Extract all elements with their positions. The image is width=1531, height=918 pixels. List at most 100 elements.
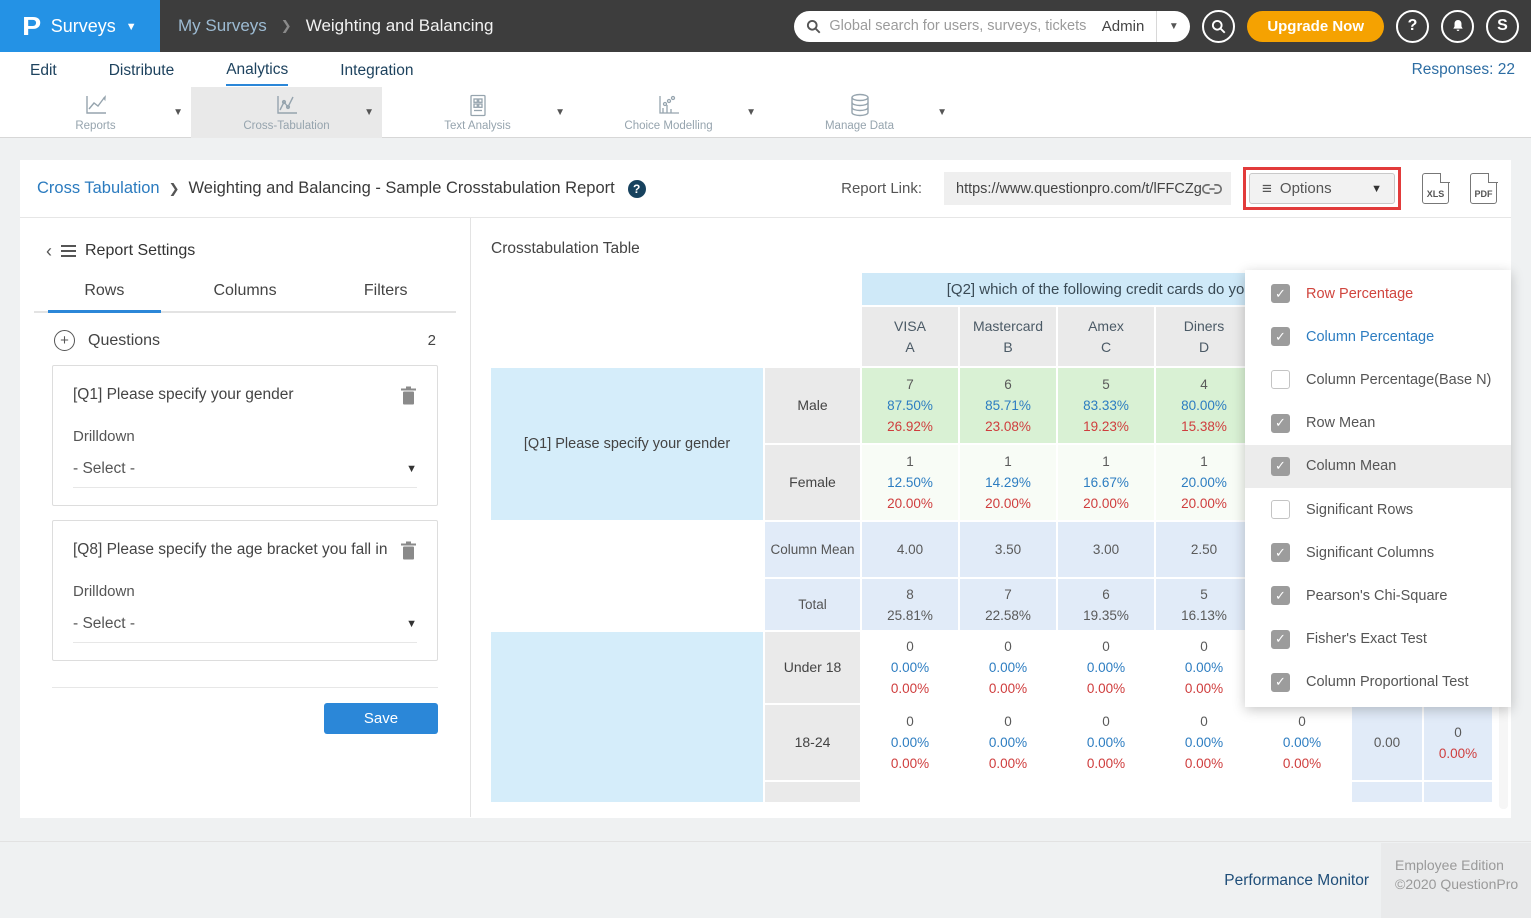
toolbar-choice-modelling[interactable]: Choice Modelling ▼ <box>573 87 764 138</box>
export-pdf-button[interactable]: PDF <box>1470 173 1497 204</box>
menu-item-column-percentage[interactable]: ✓ Column Percentage <box>1245 315 1511 358</box>
mean-cell: 3.50 <box>960 522 1056 577</box>
data-cell: 480.00%15.38% <box>1156 368 1252 443</box>
upgrade-now-button[interactable]: Upgrade Now <box>1247 11 1384 42</box>
breadcrumb-survey-name: Weighting and Balancing <box>306 16 494 36</box>
nav-analytics[interactable]: Analytics <box>226 54 288 86</box>
report-help-icon[interactable]: ? <box>628 180 646 198</box>
menu-item-column-proportional-test[interactable]: ✓ Column Proportional Test <box>1245 661 1511 704</box>
row-total-cell: 00.00% <box>1424 705 1492 780</box>
notifications-bell-icon[interactable] <box>1441 10 1474 43</box>
breadcrumb-my-surveys[interactable]: My Surveys <box>178 16 267 36</box>
data-cell: 787.50%26.92% <box>862 368 958 443</box>
checkbox[interactable]: ✓ <box>1271 630 1290 649</box>
database-icon <box>849 93 871 117</box>
collapse-panel-icon[interactable]: ‹ <box>46 242 52 260</box>
tab-rows[interactable]: Rows <box>34 282 175 311</box>
menu-item-column-mean[interactable]: ✓ Column Mean <box>1245 445 1511 488</box>
search-input[interactable] <box>829 18 1089 34</box>
toolbar-cross-tabulation[interactable]: Cross-Tabulation ▼ <box>191 87 382 138</box>
responses-count: Responses: 22 <box>1412 61 1515 79</box>
menu-item-row-percentage[interactable]: ✓ Row Percentage <box>1245 272 1511 315</box>
data-cell: 00.00%0.00% <box>862 632 958 703</box>
toolbar-text-analysis[interactable]: Text Analysis ▼ <box>382 87 573 138</box>
question-card-q1: [Q1] Please specify your gender Drilldow… <box>52 365 438 506</box>
checkbox[interactable]: ✓ <box>1271 586 1290 605</box>
help-button[interactable]: ? <box>1396 10 1429 43</box>
add-question-button[interactable]: + <box>54 330 75 351</box>
toolbar-reports[interactable]: Reports ▼ <box>0 87 191 138</box>
checkbox[interactable]: ✓ <box>1271 673 1290 692</box>
nav-edit[interactable]: Edit <box>30 55 57 85</box>
data-cell: 00.00%0.00% <box>1156 705 1252 780</box>
delete-question-icon[interactable] <box>400 386 417 405</box>
chevron-down-icon[interactable]: ▼ <box>173 107 183 118</box>
checkbox[interactable]: ✓ <box>1271 327 1290 346</box>
checkbox[interactable]: ✓ <box>1271 284 1290 303</box>
checkbox[interactable]: ✓ <box>1271 414 1290 433</box>
drilldown-select-q8[interactable]: - Select - ▼ <box>73 615 417 643</box>
chevron-down-icon[interactable]: ▼ <box>937 107 947 118</box>
data-cell: 685.71%23.08% <box>960 368 1056 443</box>
menu-item-significant-columns[interactable]: ✓ Significant Columns <box>1245 531 1511 574</box>
edition-label: Employee Edition <box>1395 856 1531 875</box>
line-chart-icon <box>84 93 108 117</box>
menu-item-significant-rows[interactable]: ✓ Significant Rows <box>1245 488 1511 531</box>
tab-columns[interactable]: Columns <box>175 282 316 311</box>
checkbox[interactable]: ✓ <box>1271 500 1290 519</box>
chevron-right-icon: ❯ <box>169 181 180 197</box>
q1-row-group-label: [Q1] Please specify your gender <box>491 368 763 520</box>
questions-label: Questions <box>88 332 160 350</box>
question-text: [Q8] Please specify the age bracket you … <box>73 541 387 559</box>
report-settings-header[interactable]: ‹ Report Settings <box>20 242 470 260</box>
menu-item-pearsons-chi-square[interactable]: ✓ Pearson's Chi-Square <box>1245 574 1511 617</box>
chevron-down-icon: ▼ <box>1371 183 1382 195</box>
chevron-down-icon[interactable]: ▼ <box>555 107 565 118</box>
scatter-chart-icon <box>657 93 681 117</box>
options-dropdown-menu: ✓ Row Percentage ✓ Column Percentage ✓ C… <box>1245 270 1511 707</box>
checkbox[interactable]: ✓ <box>1271 370 1290 389</box>
report-link-label: Report Link: <box>841 180 922 197</box>
search-submit-button[interactable] <box>1202 10 1235 43</box>
data-cell: 00.00%0.00% <box>1156 632 1252 703</box>
settings-tabs: Rows Columns Filters <box>34 282 456 313</box>
tab-filters[interactable]: Filters <box>315 282 456 311</box>
nav-distribute[interactable]: Distribute <box>109 55 174 85</box>
crosstab-title: Crosstabulation Table <box>491 240 1511 258</box>
menu-item-fishers-exact-test[interactable]: ✓ Fisher's Exact Test <box>1245 618 1511 661</box>
data-cell: 114.29%20.00% <box>960 445 1056 520</box>
link-chain-icon[interactable] <box>1201 181 1223 197</box>
data-cell: 00.00%0.00% <box>960 632 1056 703</box>
nav-integration[interactable]: Integration <box>340 55 413 85</box>
search-scope-dropdown[interactable]: ▼ <box>1156 11 1190 42</box>
report-url[interactable]: https://www.questionpro.com/t/lFFCZg <box>956 181 1201 197</box>
export-xls-button[interactable]: XLS <box>1422 173 1449 204</box>
menu-item-column-percentage-base-n[interactable]: ✓ Column Percentage(Base N) <box>1245 358 1511 401</box>
chevron-down-icon[interactable]: ▼ <box>746 107 756 118</box>
menu-icon <box>61 245 76 257</box>
chevron-right-icon: ❯ <box>281 18 292 34</box>
options-highlight-box: ≡ Options ▼ <box>1243 167 1401 210</box>
toolbar-manage-data[interactable]: Manage Data ▼ <box>764 87 955 138</box>
cross-tab-chart-icon <box>275 93 299 117</box>
global-search: Admin ▼ <box>794 11 1190 42</box>
question-card-q8: [Q8] Please specify the age bracket you … <box>52 520 438 661</box>
row-label: Column Mean <box>765 522 860 577</box>
product-switcher[interactable]: P Surveys ▼ <box>0 0 160 52</box>
drilldown-select-q1[interactable]: - Select - ▼ <box>73 460 417 488</box>
copyright-label: ©2020 QuestionPro <box>1395 875 1531 894</box>
checkbox[interactable]: ✓ <box>1271 543 1290 562</box>
checkbox[interactable]: ✓ <box>1271 457 1290 476</box>
user-avatar[interactable]: S <box>1486 10 1519 43</box>
chevron-down-icon: ▼ <box>406 618 417 630</box>
report-url-box: https://www.questionpro.com/t/lFFCZg <box>944 172 1231 205</box>
cross-tabulation-link[interactable]: Cross Tabulation <box>37 179 160 198</box>
menu-item-row-mean[interactable]: ✓ Row Mean <box>1245 402 1511 445</box>
performance-monitor-link[interactable]: Performance Monitor <box>1224 872 1369 890</box>
chevron-down-icon[interactable]: ▼ <box>364 107 374 118</box>
save-button[interactable]: Save <box>324 703 438 734</box>
brand-label: Surveys <box>51 16 116 37</box>
report-settings-title: Report Settings <box>85 242 195 260</box>
options-button[interactable]: ≡ Options ▼ <box>1249 173 1395 204</box>
delete-question-icon[interactable] <box>400 541 417 560</box>
